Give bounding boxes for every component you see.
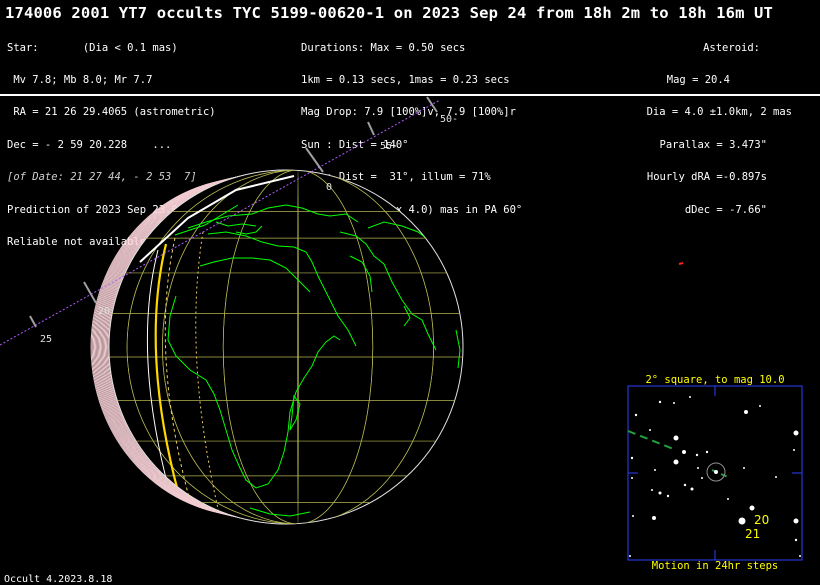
inset-footer: Motion in 24hr steps xyxy=(651,560,779,572)
star-dot xyxy=(666,494,670,498)
version-footer: Occult 4.2023.8.18 xyxy=(4,574,113,585)
star-dot xyxy=(701,477,703,479)
star-dot xyxy=(652,516,656,520)
star-dot xyxy=(799,555,801,557)
track-label-25: 25 xyxy=(40,334,52,345)
star-dot xyxy=(632,515,634,517)
star-dot xyxy=(673,435,679,441)
track-label-50: 50- xyxy=(440,114,458,125)
star-dot xyxy=(743,467,745,469)
star-chart-inset: 20 21 xyxy=(627,385,803,561)
star-dot xyxy=(654,469,656,471)
track-label-0: 0 xyxy=(326,182,332,193)
star-dot xyxy=(759,405,761,407)
star-dot xyxy=(629,555,631,557)
star-dot xyxy=(705,450,709,454)
star-dot xyxy=(651,489,653,491)
red-marker xyxy=(678,262,684,265)
star-dot xyxy=(775,476,777,478)
track-label-20: 20 xyxy=(98,306,110,317)
star-dot xyxy=(634,413,638,417)
star-dot xyxy=(630,456,634,460)
globe-map: 50- 55- 0 20 25 20 21 xyxy=(0,96,803,561)
star-dot xyxy=(689,396,691,398)
star-dot xyxy=(714,470,718,474)
motion-step-21: 21 xyxy=(745,527,760,541)
star-dot xyxy=(793,430,799,436)
inset-title: 2° square, to mag 10.0 xyxy=(645,374,785,386)
star-dot xyxy=(793,518,799,524)
star-dot xyxy=(738,517,746,525)
star-dot xyxy=(673,459,679,465)
star-dot xyxy=(727,498,729,500)
star-dot xyxy=(744,410,748,414)
star-dot xyxy=(794,538,798,542)
star-dot xyxy=(658,400,662,404)
track-label-55: 55- xyxy=(380,141,398,152)
star-dot xyxy=(649,429,651,431)
star-dot xyxy=(658,491,662,495)
star-dot xyxy=(793,449,795,451)
motion-step-20: 20 xyxy=(754,513,769,527)
star-dot xyxy=(682,450,686,454)
star-dot xyxy=(683,483,687,487)
star-dot xyxy=(749,505,755,511)
star-dot xyxy=(673,402,675,404)
star-dot xyxy=(697,467,699,469)
star-dot xyxy=(690,487,694,491)
star-dot xyxy=(631,477,633,479)
star-dot xyxy=(695,453,699,457)
